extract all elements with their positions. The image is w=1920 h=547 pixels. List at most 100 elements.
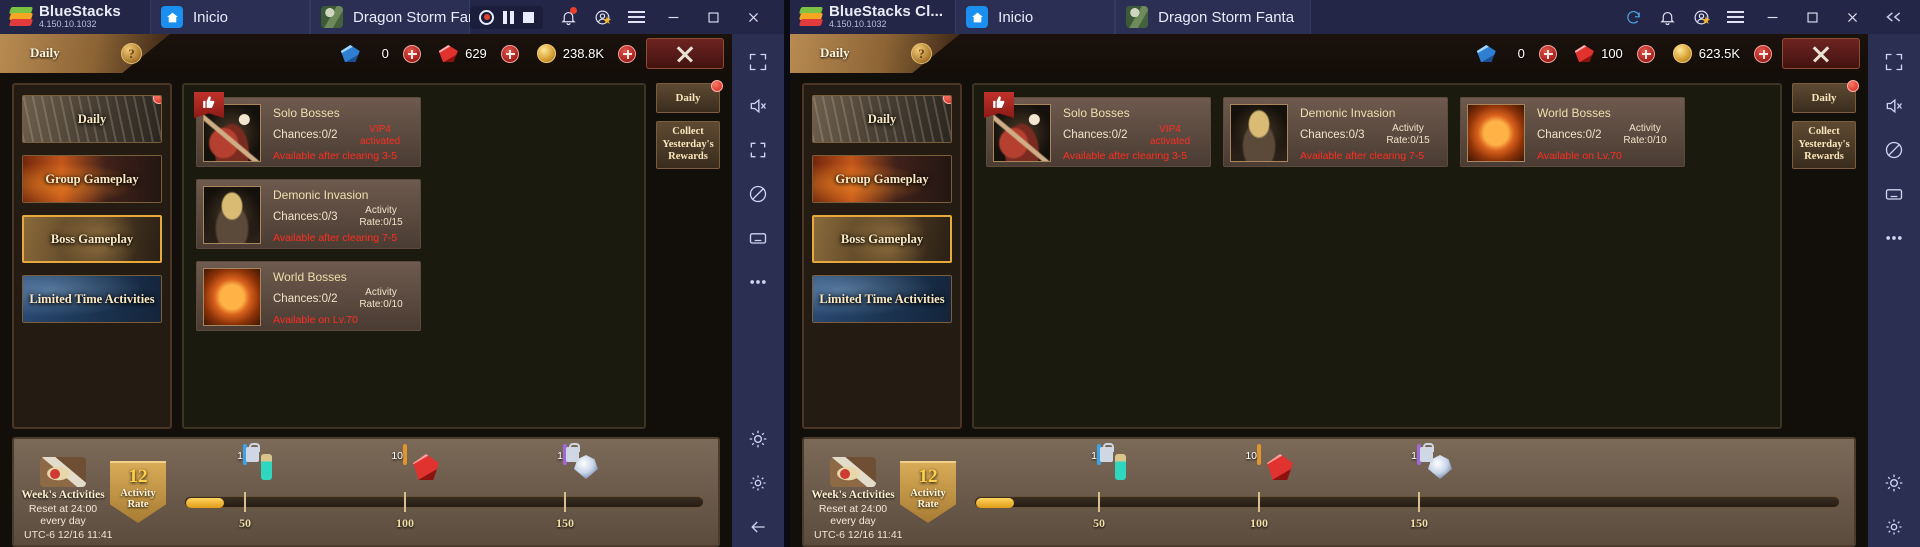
- notification-bell-icon[interactable]: [551, 0, 585, 34]
- brightness-icon[interactable]: [1874, 463, 1914, 503]
- reward-item-potion[interactable]: 1: [222, 443, 268, 465]
- world-boss-thumb: [1467, 104, 1525, 162]
- sidebar-item-group-gameplay[interactable]: Group Gameplay: [812, 155, 952, 203]
- boss-card-demonic-invasion[interactable]: Demonic Invasion Chances:0/3 Activity Ra…: [196, 179, 421, 249]
- boss-card-title: Demonic Invasion: [1300, 106, 1396, 120]
- minimize-icon[interactable]: [1752, 0, 1792, 34]
- boss-card-title: World Bosses: [273, 270, 347, 284]
- sidebar-item-label: Daily: [867, 111, 897, 126]
- collect-yesterdays-rewards-button[interactable]: Collect Yesterday's Rewards: [656, 121, 720, 169]
- milestone-tick: [1098, 492, 1100, 512]
- add-ruby-button[interactable]: [1636, 44, 1655, 63]
- sidebar-item-label: Limited Time Activities: [29, 291, 155, 306]
- page-title: Daily: [30, 45, 60, 60]
- stop-icon[interactable]: [523, 11, 534, 23]
- mute-icon[interactable]: [1874, 86, 1914, 126]
- back-arrow-icon[interactable]: [738, 507, 778, 547]
- reward-item-gem[interactable]: 1: [542, 443, 588, 465]
- progress-fill: [976, 498, 1014, 508]
- right-tab-daily[interactable]: Daily: [656, 80, 723, 113]
- currency-ruby: 100: [1574, 44, 1655, 63]
- collect-yesterdays-rewards-button[interactable]: Collect Yesterday's Rewards: [1792, 121, 1856, 169]
- eco-mode-icon[interactable]: [738, 174, 778, 214]
- header-plate: [790, 34, 960, 73]
- game-board-left: Daily Group Gameplay Boss Gameplay Limit…: [0, 73, 732, 547]
- boss-card-demonic-invasion[interactable]: Demonic Invasion Chances:0/3 Activity Ra…: [1223, 97, 1448, 167]
- tab-dragon-storm-right[interactable]: Dragon Storm Fanta: [1115, 0, 1312, 34]
- sidebar-item-boss-gameplay[interactable]: Boss Gameplay: [812, 215, 952, 263]
- record-icon[interactable]: [479, 9, 494, 25]
- maximize-icon[interactable]: [1792, 0, 1832, 34]
- tab-inicio-left[interactable]: Inicio: [150, 0, 310, 34]
- bluestacks-stack-icon: [8, 7, 34, 27]
- sidebar-item-daily[interactable]: Daily: [22, 95, 162, 143]
- progress-track: [184, 496, 704, 508]
- boss-card-vip: VIP4 activated: [1149, 124, 1191, 147]
- add-gold-button[interactable]: [1754, 44, 1772, 63]
- sidebar-item-limited-time-activities[interactable]: Limited Time Activities: [812, 275, 952, 323]
- boss-card-note: Available after clearing 3-5: [273, 150, 398, 162]
- help-icon[interactable]: ?: [121, 43, 142, 64]
- boss-card-solo[interactable]: Solo Bosses Chances:0/2 VIP4 activated A…: [194, 92, 421, 167]
- add-gold-button[interactable]: [618, 44, 636, 63]
- sidebar-item-limited-time-activities[interactable]: Limited Time Activities: [22, 275, 162, 323]
- gold-coin-icon: [536, 44, 556, 63]
- sidebar-item-daily[interactable]: Daily: [812, 95, 952, 143]
- titlebar-spacer: [1311, 0, 1616, 34]
- right-tab-daily[interactable]: Daily: [1792, 80, 1859, 113]
- add-diamond-button[interactable]: [1538, 44, 1557, 63]
- reward-item-gem[interactable]: 1: [1396, 443, 1442, 465]
- notification-badge: [711, 80, 723, 92]
- add-diamond-button[interactable]: [402, 44, 421, 63]
- eco-mode-icon[interactable]: [1874, 130, 1914, 170]
- fit-screen-icon[interactable]: [738, 130, 778, 170]
- fullscreen-icon[interactable]: [1874, 42, 1914, 82]
- boss-card-rate: Activity Rate:0/10: [1623, 123, 1667, 146]
- mute-icon[interactable]: [738, 86, 778, 126]
- boss-card-body: Demonic Invasion Chances:0/3 Activity Ra…: [1298, 104, 1441, 162]
- sync-icon[interactable]: [1616, 0, 1650, 34]
- close-dialog-button[interactable]: [1782, 38, 1860, 69]
- collapse-right-icon[interactable]: [773, 0, 784, 34]
- boss-card-world-bosses[interactable]: World Bosses Chances:0/2 Activity Rate:0…: [1460, 97, 1685, 167]
- currency-value: 238.8K: [562, 46, 604, 61]
- minimize-icon[interactable]: [653, 0, 693, 34]
- notification-bell-icon[interactable]: [1650, 0, 1684, 34]
- close-icon[interactable]: [733, 0, 773, 34]
- sidebar-item-boss-gameplay[interactable]: Boss Gameplay: [22, 215, 162, 263]
- fullscreen-icon[interactable]: [738, 42, 778, 82]
- notification-badge: [153, 96, 161, 104]
- account-star-icon[interactable]: ★: [1684, 0, 1718, 34]
- pause-icon[interactable]: [503, 10, 514, 24]
- boss-card-world-bosses[interactable]: World Bosses Chances:0/2 Activity Rate:0…: [196, 261, 421, 331]
- bluestacks-logo-left: BlueStacks 4.150.10.1032: [0, 0, 150, 34]
- tab-inicio-right[interactable]: Inicio: [955, 0, 1116, 34]
- brightness-icon[interactable]: [738, 419, 778, 459]
- account-star-icon[interactable]: ★: [585, 0, 619, 34]
- menu-hamburger-icon[interactable]: [619, 0, 653, 34]
- keyboard-icon[interactable]: [1874, 174, 1914, 214]
- maximize-icon[interactable]: [693, 0, 733, 34]
- add-ruby-button[interactable]: [500, 44, 519, 63]
- more-icon[interactable]: [1874, 218, 1914, 258]
- weeks-activities-title: Week's Activities: [21, 488, 105, 501]
- board-top-right: Daily Group Gameplay Boss Gameplay Limit…: [802, 80, 1859, 429]
- settings-gear-icon[interactable]: [1874, 507, 1914, 547]
- more-icon[interactable]: [738, 262, 778, 302]
- help-icon[interactable]: ?: [911, 43, 932, 64]
- tab-dragon-storm-left[interactable]: Dragon Storm Fanta: [310, 0, 489, 34]
- close-dialog-button[interactable]: [646, 38, 724, 69]
- boss-card-solo[interactable]: Solo Bosses Chances:0/2 VIP4 activated A…: [984, 92, 1211, 167]
- reward-progress-bar-right: Week's Activities Reset at 24:00 every d…: [802, 437, 1856, 547]
- settings-gear-icon[interactable]: [738, 463, 778, 503]
- reward-item-ruby[interactable]: 10: [382, 444, 428, 465]
- menu-hamburger-icon[interactable]: [1718, 0, 1752, 34]
- reward-item-potion[interactable]: 1: [1076, 443, 1122, 465]
- keyboard-icon[interactable]: [738, 218, 778, 258]
- sidebar-item-group-gameplay[interactable]: Group Gameplay: [22, 155, 162, 203]
- reward-item-ruby[interactable]: 10: [1236, 444, 1282, 465]
- collapse-right-icon[interactable]: [1872, 0, 1916, 34]
- timestamp: UTC-6 12/16 11:41: [814, 529, 903, 541]
- timestamp: UTC-6 12/16 11:41: [24, 529, 113, 541]
- close-icon[interactable]: [1832, 0, 1872, 34]
